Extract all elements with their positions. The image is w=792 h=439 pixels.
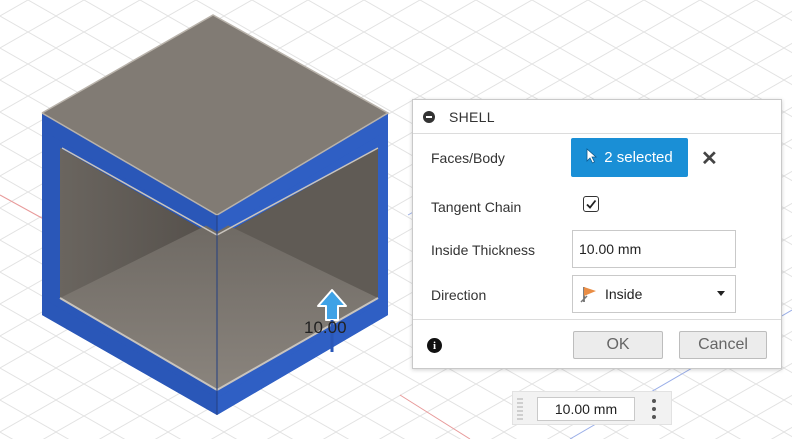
faces-body-label: Faces/Body	[431, 150, 505, 166]
cancel-button[interactable]: Cancel	[679, 331, 767, 359]
faces-body-row: Faces/Body 2 selected ✕	[413, 138, 781, 178]
tangent-chain-checkbox[interactable]	[583, 196, 599, 212]
direction-label: Direction	[431, 287, 487, 303]
inside-thickness-row: Inside Thickness	[413, 230, 781, 270]
dialog-footer: i OK Cancel	[413, 319, 781, 370]
inside-thickness-input[interactable]	[572, 230, 736, 268]
cursor-icon	[586, 147, 598, 168]
checkmark-icon	[586, 199, 597, 209]
collapse-icon[interactable]	[423, 110, 435, 123]
inside-thickness-label: Inside Thickness	[431, 242, 536, 258]
tangent-chain-label: Tangent Chain	[431, 199, 522, 215]
dialog-header: SHELL	[413, 100, 781, 134]
shell-dialog: SHELL Faces/Body 2 selected ✕ Tangent Ch…	[412, 99, 782, 369]
tangent-chain-row: Tangent Chain	[413, 187, 781, 227]
selection-count: 2 selected	[604, 149, 673, 166]
chevron-down-icon	[717, 291, 725, 296]
direction-value: Inside	[605, 286, 643, 302]
direction-dropdown[interactable]: Inside	[572, 275, 736, 313]
info-icon[interactable]: i	[427, 338, 442, 353]
faces-body-select-button[interactable]: 2 selected	[571, 138, 688, 177]
dialog-title: SHELL	[449, 108, 495, 125]
close-icon[interactable]: ✕	[701, 146, 718, 171]
thickness-mini-input[interactable]: 10.00 mm	[537, 397, 635, 421]
floating-value-toolbar: 10.00 mm	[512, 391, 672, 425]
ok-button[interactable]: OK	[573, 331, 663, 359]
flag-icon	[580, 287, 596, 303]
drag-handle[interactable]	[517, 398, 523, 420]
dimension-label: 10.00	[304, 318, 347, 337]
direction-row: Direction Inside	[413, 275, 781, 315]
kebab-menu-icon[interactable]	[652, 399, 656, 419]
